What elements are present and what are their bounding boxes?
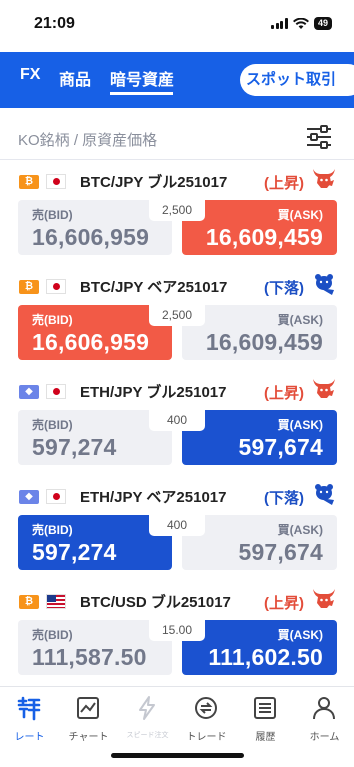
history-icon xyxy=(254,697,276,719)
ask-label: 買(ASK) xyxy=(277,523,323,537)
bull-icon xyxy=(310,586,338,612)
instrument-list: ₿ BTC/JPY ブル251017 (上昇) 売(BID) 16,606,959 買(A… xyxy=(0,161,354,685)
bid-label: 売(BID) xyxy=(32,208,73,222)
tab-fx[interactable]: FX xyxy=(20,66,40,84)
market-tab-bar: FX 商品 暗号資産 スポット取引 xyxy=(0,52,354,108)
bull-icon xyxy=(310,376,338,402)
ask-price-button[interactable]: 買(ASK) 111,602.50 xyxy=(182,620,337,675)
us-flag-icon xyxy=(46,594,66,609)
bull-icon xyxy=(310,166,338,192)
spread-value: 400 xyxy=(149,409,205,431)
spread-value: 15.00 xyxy=(149,619,205,641)
btc-coin-icon: ₿ xyxy=(19,280,39,294)
instrument-name: ETH/JPY ベア251017 xyxy=(80,489,227,506)
bid-label: 売(BID) xyxy=(32,523,73,537)
btc-coin-icon: ₿ xyxy=(19,595,39,609)
ask-label: 買(ASK) xyxy=(277,418,323,432)
status-bar: 21:09 49 xyxy=(0,0,354,52)
direction-label: (上昇) xyxy=(264,385,304,402)
section-title: KO銘柄 / 原資産価格 xyxy=(18,132,158,149)
status-icons: 49 xyxy=(271,17,332,30)
instrument-card: ₿ BTC/USD ブル251017 (上昇) 売(BID) 111,587.50 買(A… xyxy=(0,581,354,685)
ask-label: 買(ASK) xyxy=(277,313,323,327)
bottom-nav-speed-order: スピード注文 xyxy=(118,687,177,747)
bid-price: 111,587.50 xyxy=(32,644,147,670)
bid-price: 597,274 xyxy=(32,434,117,460)
instrument-name: ETH/JPY ブル251017 xyxy=(80,384,227,401)
filter-settings-icon[interactable] xyxy=(304,124,334,150)
bottom-nav-label-history: 履歴 xyxy=(255,732,276,743)
bottom-nav-history[interactable]: 履歴 xyxy=(236,687,295,747)
bid-price: 16,606,959 xyxy=(32,224,150,250)
instrument-name: BTC/JPY ブル251017 xyxy=(80,174,228,191)
ask-price: 597,674 xyxy=(238,539,323,565)
ask-price: 111,602.50 xyxy=(208,644,323,670)
btc-coin-icon: ₿ xyxy=(19,175,39,189)
bottom-nav-rate[interactable]: レート xyxy=(0,687,59,747)
active-tab-indicator xyxy=(110,92,173,95)
bottom-nav-home[interactable]: ホーム xyxy=(295,687,354,747)
japan-flag-icon xyxy=(46,384,66,399)
instrument-name: BTC/USD ブル251017 xyxy=(80,594,231,611)
bottom-nav-label-chart: チャート xyxy=(68,732,109,743)
instrument-name: BTC/JPY ベア251017 xyxy=(80,279,228,296)
bottom-nav-label-speed-order: スピード注文 xyxy=(126,732,169,739)
bottom-nav-label-trade: トレード xyxy=(186,732,227,743)
ask-price: 16,609,459 xyxy=(205,224,323,250)
instrument-card: ₿ BTC/JPY ベア251017 (下落) 売(BID) 16,606,959 買(A… xyxy=(0,266,354,371)
bid-price: 16,606,959 xyxy=(32,329,150,355)
chart-icon xyxy=(77,697,99,719)
ask-price-button[interactable]: 買(ASK) 597,674 xyxy=(182,515,337,570)
bottom-nav-chart[interactable]: チャート xyxy=(59,687,118,747)
ask-price-button[interactable]: 買(ASK) 16,609,459 xyxy=(182,305,337,360)
spread-value: 2,500 xyxy=(149,199,205,221)
cellular-signal-icon xyxy=(271,18,288,29)
instrument-card: ₿ BTC/JPY ブル251017 (上昇) 売(BID) 16,606,959 買(A… xyxy=(0,161,354,266)
ask-label: 買(ASK) xyxy=(277,208,323,222)
status-time: 21:09 xyxy=(34,15,75,32)
instrument-card: ◆ ETH/JPY ベア251017 (下落) 売(BID) 597,274 買(ASK)… xyxy=(0,476,354,581)
ask-price: 597,674 xyxy=(238,434,323,460)
spread-value: 2,500 xyxy=(149,304,205,326)
japan-flag-icon xyxy=(46,489,66,504)
instrument-card: ◆ ETH/JPY ブル251017 (上昇) 売(BID) 597,274 買(ASK)… xyxy=(0,371,354,476)
direction-label: (上昇) xyxy=(264,595,304,612)
ask-price-button[interactable]: 買(ASK) 597,674 xyxy=(182,410,337,465)
spot-trading-button[interactable]: スポット取引 xyxy=(240,64,354,96)
home-icon xyxy=(313,697,335,720)
bid-label: 売(BID) xyxy=(32,313,73,327)
bottom-nav-label-home: ホーム xyxy=(309,732,340,743)
bear-icon xyxy=(310,481,338,507)
bid-price: 597,274 xyxy=(32,539,117,565)
eth-coin-icon: ◆ xyxy=(19,385,39,399)
ask-price-button[interactable]: 買(ASK) 16,609,459 xyxy=(182,200,337,255)
tab-commodities[interactable]: 商品 xyxy=(59,66,91,90)
spread-value: 400 xyxy=(149,514,205,536)
eth-coin-icon: ◆ xyxy=(19,490,39,504)
home-indicator xyxy=(111,753,244,758)
section-header: KO銘柄 / 原資産価格 xyxy=(0,108,354,160)
bid-label: 売(BID) xyxy=(32,628,73,642)
japan-flag-icon xyxy=(46,279,66,294)
bear-icon xyxy=(310,271,338,297)
rate-icon xyxy=(17,696,41,721)
bid-label: 売(BID) xyxy=(32,418,73,432)
ask-label: 買(ASK) xyxy=(277,628,323,642)
wifi-icon xyxy=(292,17,309,29)
direction-label: (下落) xyxy=(264,280,304,297)
direction-label: (下落) xyxy=(264,490,304,507)
japan-flag-icon xyxy=(46,174,66,189)
bottom-nav-label-rate: レート xyxy=(14,732,45,743)
battery-indicator: 49 xyxy=(313,17,332,30)
direction-label: (上昇) xyxy=(264,175,304,192)
speed-order-icon xyxy=(139,696,155,720)
bottom-nav-trade[interactable]: トレード xyxy=(177,687,236,747)
tab-crypto[interactable]: 暗号資産 xyxy=(110,66,174,90)
ask-price: 16,609,459 xyxy=(205,329,323,355)
trade-icon xyxy=(195,697,217,719)
